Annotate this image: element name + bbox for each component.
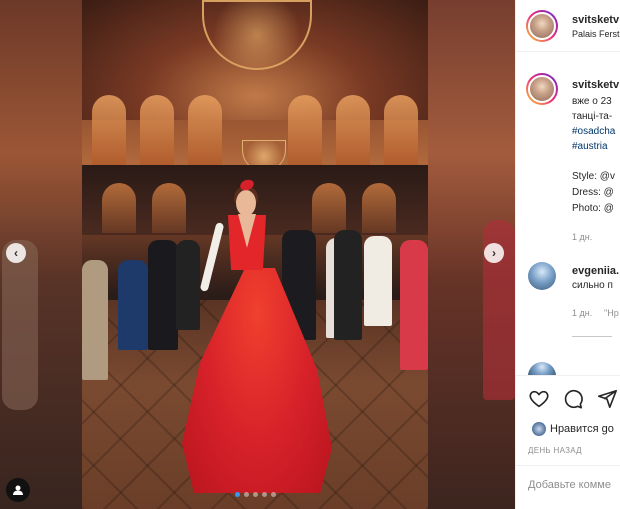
avatar[interactable] <box>526 10 558 42</box>
liker-avatar <box>532 422 546 436</box>
previous-image-button[interactable]: ‹ <box>6 243 26 263</box>
view-replies-line[interactable] <box>572 336 612 337</box>
carousel-dot <box>271 492 276 497</box>
post-date[interactable]: ДЕНЬ НАЗАД <box>528 446 582 455</box>
comment-input[interactable] <box>528 479 620 491</box>
comment-time[interactable]: 1 дн. <box>572 308 592 318</box>
comment-icon[interactable] <box>562 388 584 410</box>
tagged-users-button[interactable] <box>6 478 30 502</box>
caption-line: вже о 23 <box>572 96 612 107</box>
carousel-dot <box>262 492 267 497</box>
action-bar: Нравится go ДЕНЬ НАЗАД <box>516 375 620 465</box>
post-sidebar: svitsketv Palais Ferst svitsketv вже о 2… <box>515 0 620 509</box>
carousel-dot <box>235 492 240 497</box>
caption-credit: Dress: @ <box>572 187 614 198</box>
share-icon[interactable] <box>596 388 618 410</box>
chevron-left-icon: ‹ <box>14 246 18 260</box>
comment-avatar[interactable] <box>528 262 556 290</box>
carousel-indicator <box>235 492 276 497</box>
caption-credit: Style: @v <box>572 171 615 182</box>
comment-reply[interactable]: "Нр <box>604 308 619 318</box>
hashtag-link[interactable]: #austria <box>572 141 608 152</box>
caption-time[interactable]: 1 дн. <box>572 232 592 242</box>
next-image-button[interactable]: › <box>484 243 504 263</box>
hashtag-link[interactable]: #osadcha <box>572 126 615 137</box>
comment-text: сильно п <box>572 280 613 291</box>
comment-author[interactable]: evgeniia. <box>572 265 619 277</box>
carousel-dot <box>244 492 249 497</box>
comment-composer <box>516 465 620 509</box>
post-location[interactable]: Palais Ferst <box>572 29 620 39</box>
caption-line: танці-та- <box>572 111 613 122</box>
chevron-right-icon: › <box>492 246 496 260</box>
caption-avatar[interactable] <box>526 73 558 105</box>
caption-author[interactable]: svitsketv <box>572 79 619 91</box>
post-photo[interactable] <box>82 0 428 509</box>
caption-credit: Photo: @ <box>572 203 614 214</box>
heart-icon[interactable] <box>528 388 550 410</box>
comment-avatar[interactable] <box>528 362 556 376</box>
carousel-dot <box>253 492 258 497</box>
post-author[interactable]: svitsketv <box>572 14 619 26</box>
likes-summary[interactable]: Нравится go <box>532 422 614 436</box>
likes-text: Нравится go <box>550 423 614 435</box>
person-icon <box>13 485 23 495</box>
post-header: svitsketv Palais Ferst <box>516 0 620 52</box>
